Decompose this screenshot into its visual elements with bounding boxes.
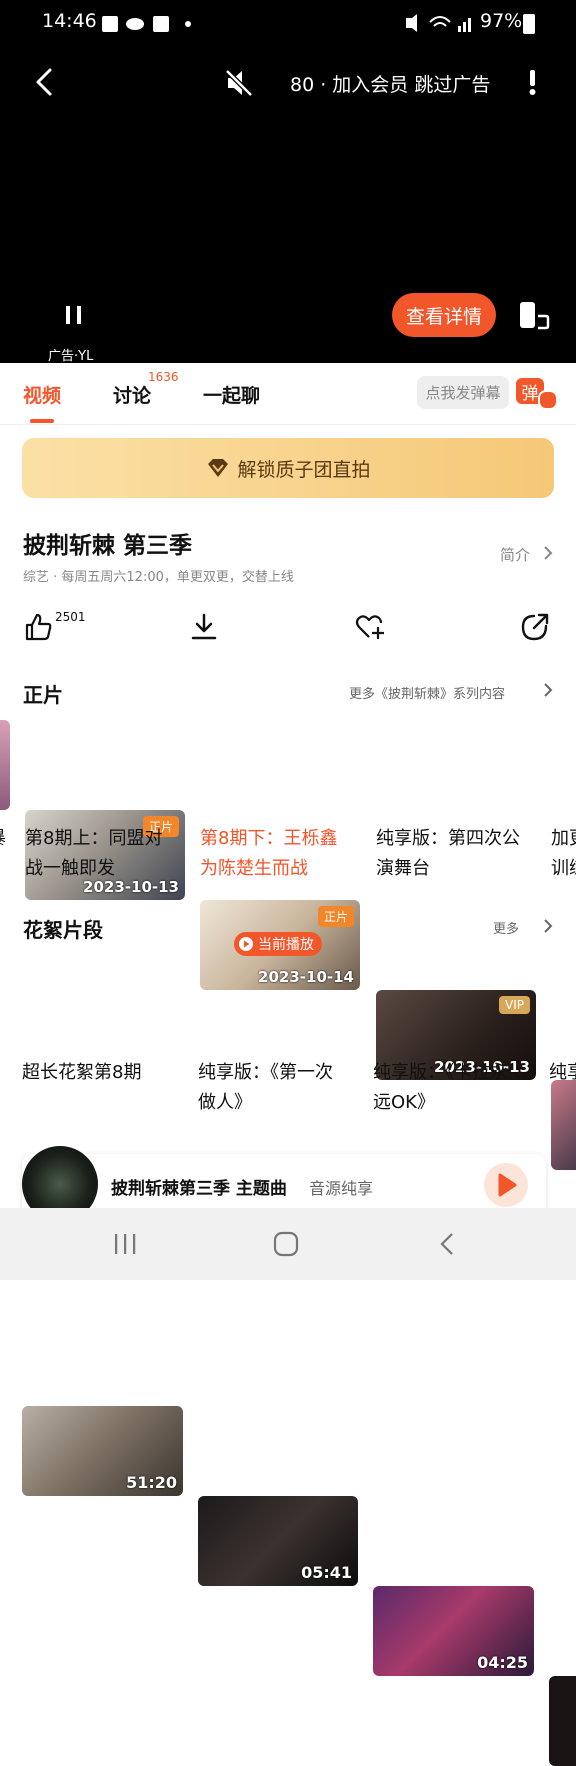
now-playing-badge: 当前播放 [234,932,322,956]
episode-caption-line1[interactable]: 第8期上：同盟对 [25,824,162,854]
now-playing-label: 当前播放 [258,937,314,953]
ad-label: 广告·YL [48,349,94,364]
tab-chat-together[interactable]: 一起聊 [203,381,260,408]
clips-section-title: 花絮片段 [23,918,103,942]
unlock-banner[interactable]: 解锁质子团直拍 [22,438,554,498]
episode-caption-line1[interactable]: 纯享版：第四次公 [376,824,520,854]
clip-caption-line1[interactable]: 超长花絮第8期 [22,1058,141,1088]
report-icon[interactable] [529,70,537,96]
play-icon [239,937,253,951]
danmu-toggle-icon[interactable]: 弹 [516,376,558,410]
diamond-heart-icon [208,459,229,477]
episode-caption-partial: 暴 [0,824,6,854]
chevron-right-icon [542,545,554,561]
clip-duration: 05:41 [301,1563,352,1582]
chevron-right-icon [542,918,554,934]
mute-icon[interactable] [224,68,254,98]
episode-caption-line2[interactable]: 演舞台 [376,854,430,884]
nav-back-icon[interactable] [438,1232,458,1256]
episode-tag: 正片 [317,906,354,927]
unlock-banner-label: 解锁质子团直拍 [237,458,371,481]
share-icon[interactable] [520,612,550,642]
danmu-input-button[interactable]: 点我发弹幕 [417,376,509,409]
clip-caption-line2[interactable]: 做人》 [198,1088,252,1118]
status-battery: 97% [480,10,523,32]
vip-tag: VIP [499,996,530,1014]
intro-link[interactable]: 简介 [500,544,530,565]
episode-caption-line1[interactable]: 第8期下：王栎鑫 [200,824,337,854]
show-meta: 综艺 · 每周五周六12:00，单更双更，交替上线 [23,570,294,585]
like-icon[interactable] [23,612,53,642]
discussion-count-badge: 1636 [148,370,179,384]
clip-caption-line1[interactable]: 纯享 [549,1058,576,1088]
favorite-add-icon[interactable] [354,612,386,642]
status-signal-icons [404,12,474,34]
like-count: 2501 [55,610,86,624]
episode-thumbnail-partial[interactable] [0,720,10,810]
tabs-divider [0,424,576,425]
clips-more-link[interactable]: 更多 [493,918,519,937]
chevron-right-icon [542,682,554,698]
clip-thumbnail[interactable]: 51:20 [22,1406,183,1496]
home-icon[interactable] [273,1231,299,1257]
episodes-more-link[interactable]: 更多《披荆斩棘》系列内容 [349,683,505,702]
episode-caption-line2[interactable]: 为陈楚生而战 [200,854,308,884]
status-time: 14:46 [42,10,97,32]
episode-caption-line2[interactable]: 战一触即发 [25,854,115,884]
play-icon [498,1173,517,1197]
back-icon[interactable] [32,66,60,98]
battery-icon [523,14,535,34]
recent-apps-icon[interactable] [112,1232,138,1256]
theme-song-subtitle: 音源纯享 [309,1179,374,1198]
clip-thumbnail[interactable]: 04:25 [373,1586,534,1676]
episodes-section-title: 正片 [23,683,63,707]
theme-song-title: 披荆斩棘第三季 主题曲 [111,1179,287,1199]
rotate-screen-icon[interactable] [518,300,550,330]
check-icon [538,390,558,410]
ad-skip-text[interactable]: 80 · 加入会员 跳过广告 [290,70,490,97]
tab-discussion[interactable]: 讨论 [113,381,151,408]
show-title: 披荆斩棘 第三季 [23,533,193,559]
episode-caption-line2[interactable]: 训练 [551,854,576,884]
tab-video[interactable]: 视频 [23,381,61,408]
clip-caption-line1[interactable]: 纯享版：《第一次 [198,1058,333,1088]
clip-caption-line1[interactable]: 纯享版：《卡拉永 [373,1058,508,1088]
play-button[interactable] [484,1163,528,1207]
episode-thumbnail[interactable]: 正片 当前播放 2023-10-14 [200,900,360,990]
status-notification-icons [102,14,192,34]
tab-indicator [30,419,54,423]
episode-thumbnail[interactable] [551,1080,576,1170]
clip-caption-line2[interactable]: 远OK》 [373,1088,435,1118]
pause-icon[interactable] [64,304,84,326]
view-details-button[interactable]: 查看详情 [392,293,496,337]
episode-caption-line1[interactable]: 加更 [551,824,576,854]
clip-thumbnail[interactable] [549,1676,576,1766]
clip-duration: 51:20 [126,1473,177,1492]
download-icon[interactable] [189,612,219,642]
episode-date: 2023-10-14 [258,968,354,986]
clip-duration: 04:25 [477,1653,528,1672]
clip-thumbnail[interactable]: 05:41 [198,1496,358,1586]
